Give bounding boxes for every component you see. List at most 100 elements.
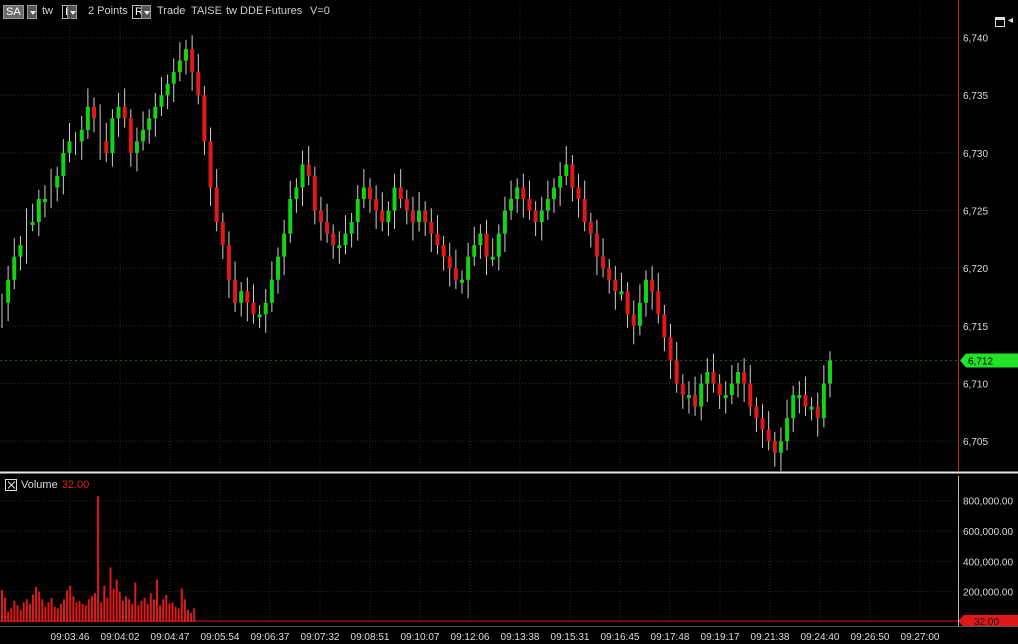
volume-tick-label: 200,000.00 (963, 588, 1013, 599)
price-candle-up (509, 199, 514, 211)
volume-bar (44, 606, 47, 622)
volume-bar (134, 582, 137, 622)
price-volume-chart: 6,705 6,710 6,715 6,720 6,725 6,730 6,735 6,740… (0, 0, 1018, 643)
volume-panel-header: Volume 32.00 (5, 479, 89, 493)
price-candle-up (392, 187, 397, 211)
price-candle-down (527, 199, 532, 211)
volume-bar (125, 596, 127, 622)
price-candle-down (398, 187, 403, 200)
price-candle-up (165, 83, 170, 96)
volume-bar (94, 593, 96, 622)
price-candle-down (447, 256, 452, 269)
price-candle-up (184, 49, 188, 61)
price-candle-up (515, 187, 520, 200)
last-price-label: 6,712 (968, 356, 993, 367)
price-candle-up (466, 256, 471, 280)
price-candle-down (607, 268, 612, 280)
price-candle-down (122, 106, 127, 119)
price-candle-down (423, 210, 428, 223)
price-candle-up (171, 72, 176, 84)
price-candle-down (196, 72, 201, 96)
volume-tick-label: 800,000.00 (963, 497, 1013, 508)
price-candle-down (245, 291, 250, 303)
price-candle-up (417, 210, 422, 223)
price-candle-up (12, 256, 17, 280)
volume-bar (10, 608, 13, 622)
time-tick-label: 09:06:37 (251, 632, 290, 643)
time-tick-label: 09:03:46 (51, 632, 90, 643)
volume-bar (53, 606, 56, 622)
price-candle-down (190, 49, 195, 73)
volume-tick-label: 400,000.00 (963, 557, 1013, 568)
price-candle-up (263, 302, 268, 315)
price-candle-up (502, 210, 507, 234)
price-candle-up (18, 245, 23, 257)
volume-bar (72, 596, 75, 622)
time-axis: 09:03:46 09:04:02 09:04:47 09:05:54 09:06:37… (51, 632, 940, 643)
volume-value: 32.00 (61, 479, 90, 492)
price-candle-up (61, 152, 66, 176)
volume-bar (78, 600, 81, 622)
price-candle-down (772, 441, 777, 453)
price-candle-up (699, 383, 704, 407)
price-candle-up (110, 118, 115, 153)
price-candle-up (723, 395, 728, 399)
price-candle-down (662, 314, 667, 338)
price-candle-down (521, 187, 526, 200)
volume-bar (187, 609, 189, 622)
volume-bar (63, 599, 65, 622)
price-candle-down (625, 291, 630, 315)
volume-bar (4, 597, 7, 622)
price-candle-down (306, 164, 311, 176)
time-tick-label: 09:07:32 (301, 632, 340, 643)
price-candle-up (85, 106, 90, 130)
price-candle-up (490, 256, 495, 260)
volume-bar (103, 585, 106, 622)
volume-bar (84, 605, 87, 622)
volume-axis: 200,000.00 400,000.00 600,000.00 800,000.00… (958, 497, 1018, 628)
price-tick-label: 6,715 (963, 322, 988, 333)
volume-bar (159, 605, 162, 622)
price-candle-up (729, 383, 734, 396)
volume-bar (22, 602, 25, 622)
price-candle-down (693, 395, 698, 407)
price-candle-up (619, 291, 624, 295)
price-candle-up (736, 371, 740, 384)
price-candle-up (141, 129, 146, 142)
price-axis: 6,705 6,710 6,715 6,720 6,725 6,730 6,735 6,740… (960, 34, 1018, 448)
price-candle-down (588, 222, 593, 234)
close-volume-icon[interactable] (5, 479, 17, 492)
price-candle-down (331, 233, 336, 246)
volume-bar (41, 599, 44, 622)
price-candle-up (564, 164, 569, 176)
price-candle-up (177, 60, 182, 73)
volume-bar (59, 603, 62, 622)
volume-bar (177, 608, 180, 622)
price-candle-up (36, 199, 41, 223)
volume-bar (162, 599, 165, 622)
volume-bar (112, 588, 115, 622)
volume-bar (140, 600, 143, 622)
price-candle-up (239, 291, 244, 303)
price-candle-down (711, 371, 716, 384)
price-candle-down (214, 187, 219, 223)
volume-bar (19, 609, 22, 622)
volume-bar (50, 597, 53, 622)
price-candle-up (257, 314, 262, 318)
price-tick-label: 6,735 (963, 91, 988, 102)
price-candle-up (116, 106, 121, 119)
volume-bar (171, 602, 174, 622)
price-candle-up (79, 129, 84, 142)
volume-bar (1, 590, 3, 622)
price-candle-up (282, 233, 287, 257)
price-candle-down (325, 222, 330, 234)
price-candle-up (705, 371, 710, 384)
price-candle-down (220, 222, 225, 246)
volume-bar (165, 594, 168, 622)
price-candle-down (656, 291, 661, 315)
volume-title: Volume (21, 479, 58, 492)
volume-bar (137, 605, 140, 622)
price-candle-up (637, 302, 642, 326)
price-candle-up (809, 406, 814, 410)
price-candle-down (674, 360, 679, 384)
